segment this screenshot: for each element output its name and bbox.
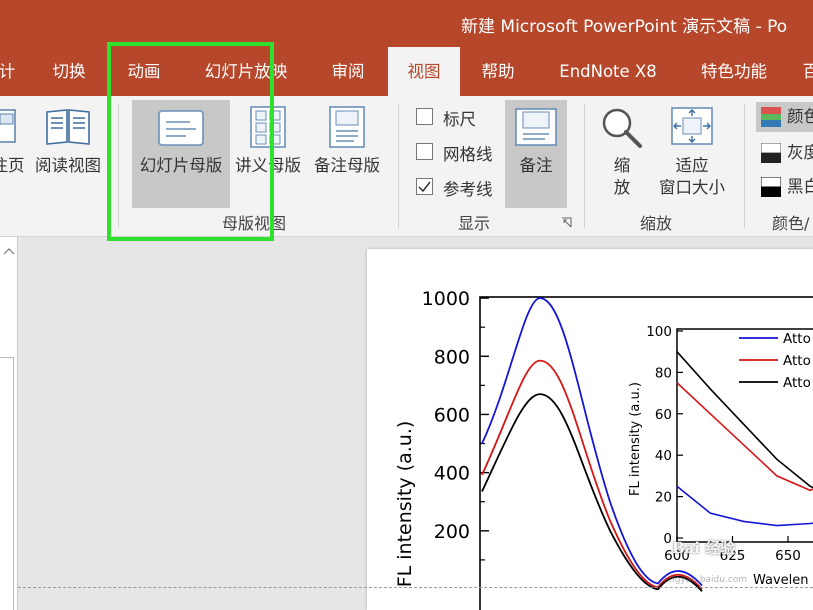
inset-y-tick-label: 20 bbox=[655, 490, 672, 506]
thumbnail-pane[interactable] bbox=[0, 237, 18, 610]
dialog-launcher-icon[interactable] bbox=[561, 217, 572, 228]
ruler-label: 标尺 bbox=[443, 110, 476, 129]
fit-to-window-button[interactable]: 适应 窗口大小 bbox=[652, 96, 732, 206]
slide-canvas[interactable]: 200 400 600 800 1000 FL intensity (a.u.) 0 20… bbox=[367, 249, 813, 610]
tab-view[interactable]: 视图 bbox=[388, 47, 460, 96]
main-y-tick-label: 600 bbox=[434, 404, 470, 426]
zoom-icon bbox=[602, 108, 642, 148]
notes-page-icon bbox=[0, 109, 16, 143]
color-swatch-icon bbox=[761, 107, 781, 127]
black-white-swatch-icon bbox=[761, 177, 781, 197]
tab-design[interactable]: 计 bbox=[0, 47, 18, 96]
zoom-group-label: 缩放 bbox=[640, 214, 673, 233]
main-y-tick-label: 400 bbox=[434, 463, 470, 485]
inset-legend-label: Atto bbox=[783, 331, 811, 347]
tab-special-features[interactable]: 特色功能 bbox=[684, 47, 784, 96]
color-button[interactable]: 颜色 bbox=[756, 102, 813, 132]
baidu-watermark-url: jingyan.baidu.com bbox=[664, 575, 748, 585]
main-y-axis-label: FL intensity (a.u.) bbox=[394, 421, 416, 588]
checkmark-icon bbox=[418, 181, 431, 193]
group-separator bbox=[744, 104, 745, 228]
notes-icon bbox=[515, 108, 557, 146]
tab-transitions[interactable]: 切换 bbox=[36, 47, 102, 96]
inset-y-tick-label: 40 bbox=[655, 448, 672, 464]
title-bar: 新建 Microsoft PowerPoint 演示文稿 - Po bbox=[0, 0, 813, 47]
baidu-watermark: Bai 经验 bbox=[672, 539, 736, 557]
notes-master-icon bbox=[329, 106, 365, 148]
slide-content: 200 400 600 800 1000 FL intensity (a.u.) 0 20… bbox=[394, 288, 813, 610]
main-y-tick-label: 200 bbox=[434, 521, 470, 543]
inset-y-tick-label: 100 bbox=[646, 324, 672, 340]
main-y-tick-label: 800 bbox=[434, 346, 470, 368]
inset-y-tick-label: 80 bbox=[655, 365, 672, 381]
guides-label: 参考线 bbox=[443, 180, 493, 199]
notes-page-button[interactable]: 注页 bbox=[0, 96, 26, 206]
inset-legend-label: Atto bbox=[783, 353, 811, 369]
grayscale-swatch-icon bbox=[761, 143, 781, 163]
inset-y-tick-label: 60 bbox=[655, 407, 672, 423]
zoom-button[interactable]: 缩 放 bbox=[596, 96, 648, 206]
slide-thumbnail[interactable] bbox=[0, 357, 14, 610]
inset-x-axis-label: Wavelen bbox=[753, 573, 809, 588]
reading-view-button[interactable]: 阅读视图 bbox=[30, 96, 106, 206]
highlight-box bbox=[107, 42, 274, 241]
inset-y-axis-label: FL intensity (a.u.) bbox=[628, 382, 643, 496]
gridlines-checkbox[interactable] bbox=[416, 143, 433, 160]
inset-y-tick-label: 0 bbox=[663, 531, 672, 547]
reading-view-icon bbox=[46, 109, 90, 145]
tab-help[interactable]: 帮助 bbox=[468, 47, 528, 96]
inset-legend-label: Atto bbox=[783, 375, 811, 391]
grayscale-button[interactable]: 灰度 bbox=[756, 138, 813, 168]
ruler-checkbox[interactable] bbox=[416, 108, 433, 125]
black-white-button[interactable]: 黑白 bbox=[756, 172, 813, 202]
guides-checkbox[interactable] bbox=[416, 178, 433, 195]
show-group-label: 显示 bbox=[458, 214, 491, 233]
main-y-tick-label: 1000 bbox=[422, 288, 470, 310]
group-separator bbox=[398, 104, 399, 228]
scroll-up-icon[interactable] bbox=[0, 241, 18, 261]
tab-review[interactable]: 审阅 bbox=[316, 47, 380, 96]
fit-to-window-icon bbox=[671, 107, 713, 145]
notes-button[interactable]: 备注 bbox=[505, 100, 567, 208]
tab-endnote[interactable]: EndNote X8 bbox=[540, 47, 676, 96]
guide-line[interactable] bbox=[18, 587, 813, 588]
notes-master-button[interactable]: 备注母版 bbox=[309, 96, 385, 206]
gridlines-label: 网格线 bbox=[443, 145, 493, 164]
window-title: 新建 Microsoft PowerPoint 演示文稿 - Po bbox=[461, 17, 788, 37]
inset-x-tick-label: 650 bbox=[775, 548, 801, 564]
group-separator bbox=[584, 104, 585, 228]
color-group-label: 颜色/ bbox=[772, 214, 810, 233]
tab-baidu[interactable]: 百 bbox=[800, 47, 813, 96]
